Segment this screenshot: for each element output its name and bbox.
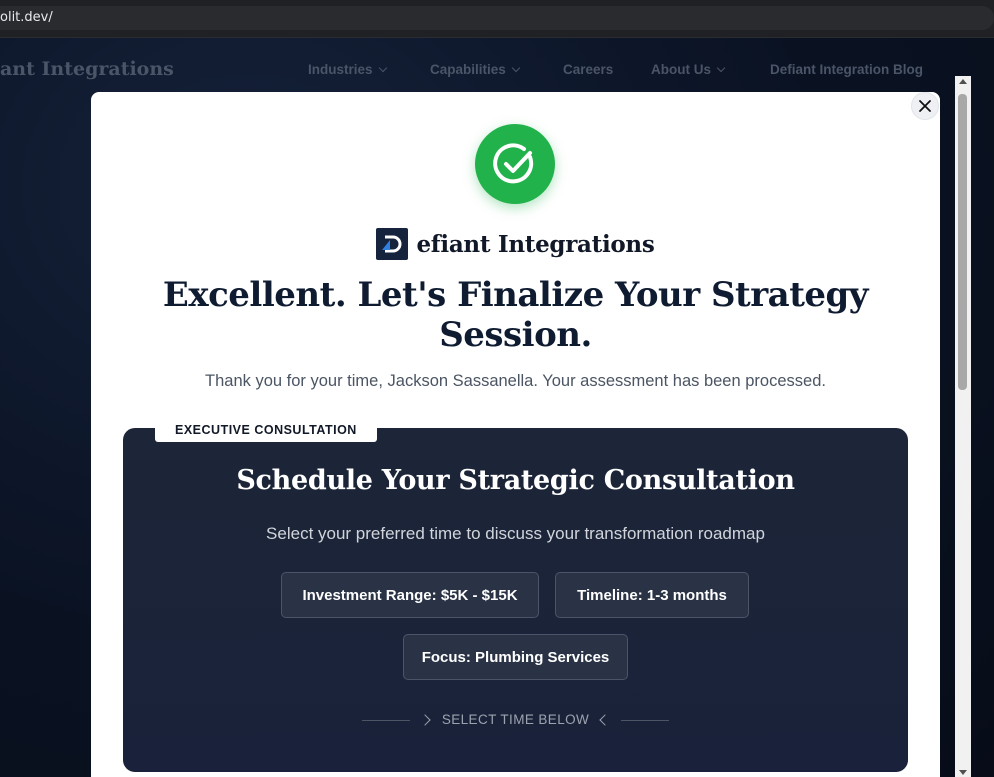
divider-label: SELECT TIME BELOW xyxy=(441,712,590,727)
nav-label: About Us xyxy=(651,62,711,77)
nav-item-careers[interactable]: Careers xyxy=(563,62,613,77)
nav-label: Careers xyxy=(563,62,614,77)
check-circle-icon xyxy=(475,124,555,204)
consultation-modal: efiant Integrations Excellent. Let's Fin… xyxy=(91,92,940,777)
scroll-down-arrow-icon[interactable] xyxy=(959,770,967,775)
divider-line xyxy=(621,720,669,721)
scrollbar-thumb[interactable] xyxy=(958,94,967,390)
nav-item-blog[interactable]: Defiant Integration Blog xyxy=(770,62,923,77)
nav-label: Industries xyxy=(308,62,373,77)
chevron-down-icon xyxy=(716,63,726,73)
chevron-down-icon xyxy=(378,63,387,73)
status-badge: EXECUTIVE CONSULTATION xyxy=(155,418,377,442)
nav-label: Capabilities xyxy=(430,62,506,77)
chevron-down-icon xyxy=(511,63,521,73)
address-bar[interactable] xyxy=(0,6,994,30)
nav-item-about-us[interactable]: About Us xyxy=(651,62,726,77)
close-icon xyxy=(919,100,931,112)
nav-item-industries[interactable]: Industries xyxy=(308,62,387,77)
checkmark-icon xyxy=(493,143,534,184)
card-subtitle: Select your preferred time to discuss yo… xyxy=(266,524,765,543)
select-time-divider: SELECT TIME BELOW xyxy=(123,712,908,730)
thank-you-message: Thank you for your time, Jackson Sassane… xyxy=(205,372,826,390)
page-scrollbar[interactable] xyxy=(955,76,971,777)
nav-label: Defiant Integration Blog xyxy=(770,62,923,77)
schedule-card: EXECUTIVE CONSULTATION Schedule Your Str… xyxy=(123,418,908,772)
site-brand[interactable]: ant Integrations xyxy=(0,58,174,80)
logo-mark-icon xyxy=(376,228,409,260)
browser-toolbar: olit.dev/ xyxy=(0,0,994,38)
nav-item-capabilities[interactable]: Capabilities xyxy=(430,62,521,77)
close-button[interactable] xyxy=(911,92,939,120)
brand-logo: efiant Integrations xyxy=(91,228,940,260)
investment-range-pill: Investment Range: $5K - $15K xyxy=(281,572,539,618)
scroll-up-arrow-icon[interactable] xyxy=(959,79,967,84)
logo-text: efiant Integrations xyxy=(416,230,655,258)
card-title: Schedule Your Strategic Consultation xyxy=(236,465,795,496)
timeline-pill: Timeline: 1-3 months xyxy=(555,572,749,618)
focus-pill: Focus: Plumbing Services xyxy=(403,634,628,680)
address-bar-url[interactable]: olit.dev/ xyxy=(0,10,53,25)
modal-title: Excellent. Let's Finalize Your Strategy … xyxy=(162,275,869,355)
